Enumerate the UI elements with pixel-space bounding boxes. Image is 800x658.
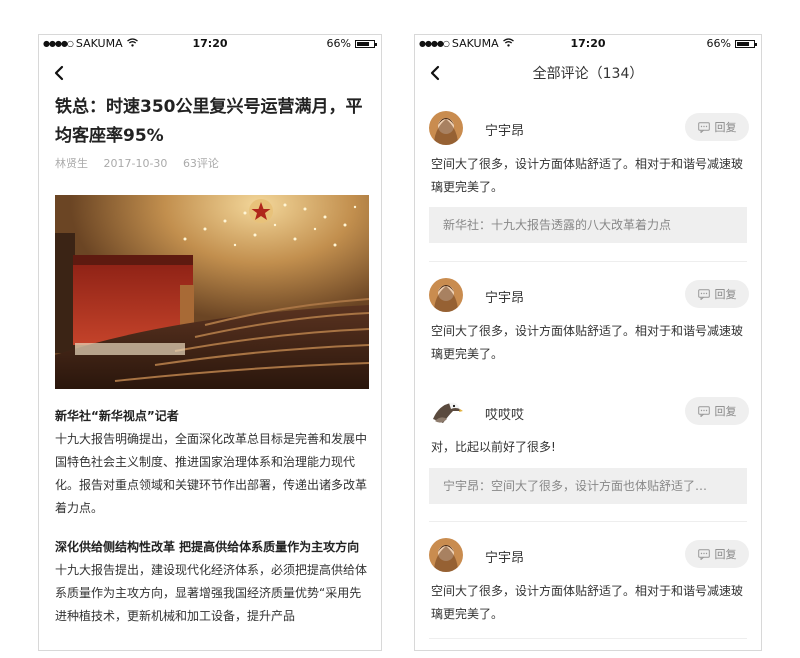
article-date: 2017-10-30 [103, 157, 168, 170]
status-bar: ●●●●○ SAKUMA 17:20 66% [39, 35, 381, 53]
reply-button[interactable]: 回复 [685, 113, 749, 141]
article-comment-count[interactable]: 63评论 [183, 157, 219, 170]
back-chevron-icon[interactable] [53, 65, 65, 81]
reply-icon [697, 548, 710, 560]
battery-percent: 66% [706, 37, 731, 50]
divider [429, 521, 747, 522]
avatar[interactable] [429, 278, 463, 312]
section-heading: 深化供给侧结构性改革 把提高供给体系质量作为主攻方向 [55, 540, 360, 554]
commenter-name: 哎哎哎 [485, 408, 525, 423]
section-paragraph: 十九大报告明确提出，全面深化改革总目标是完善和发展中国特色社会主义制度、推进国家… [55, 432, 368, 515]
battery-icon [735, 39, 757, 48]
quoted-reply[interactable]: 宁宇昂：空间大了很多，设计方面也体贴舒适了… [429, 468, 747, 504]
article-author: 林贤生 [55, 157, 88, 170]
reply-button[interactable]: 回复 [685, 280, 749, 308]
battery-icon [355, 39, 377, 48]
commenter-name: 宁宇昂 [485, 291, 525, 306]
article-meta: 林贤生 2017-10-30 63评论 [55, 155, 231, 171]
reply-label: 回复 [714, 121, 737, 134]
avatar[interactable] [429, 538, 463, 572]
section-heading: 新华社“新华视点”记者 [55, 409, 179, 423]
battery: 66% [326, 37, 377, 50]
reply-label: 回复 [714, 405, 737, 418]
reply-icon [697, 121, 710, 133]
reply-icon [697, 288, 710, 300]
battery: 66% [706, 37, 757, 50]
status-bar: ●●●●○ SAKUMA 17:20 66% [415, 35, 761, 53]
reply-label: 回复 [714, 548, 737, 561]
avatar[interactable] [429, 395, 463, 429]
quoted-reply[interactable]: 新华社：十九大报告透露的八大改革着力点 [429, 207, 747, 243]
avatar[interactable] [429, 111, 463, 145]
commenter-name: 宁宇昂 [485, 551, 525, 566]
comment-text: 对，比起以前好了很多! [431, 440, 556, 454]
comment-text: 空间大了很多，设计方面体贴舒适了。相对于和谐号减速玻璃更完美了。 [431, 157, 744, 194]
comments-title: 全部评论（134） [532, 66, 644, 82]
article-screen: ●●●●○ SAKUMA 17:20 66% 铁总：时速350公里复兴号运营满月… [38, 34, 382, 651]
comment-text: 空间大了很多，设计方面体贴舒适了。相对于和谐号减速玻璃更完美了。 [431, 584, 744, 621]
comment-text: 空间大了很多，设计方面体贴舒适了。相对于和谐号减速玻璃更完美了。 [431, 324, 744, 361]
reply-label: 回复 [714, 288, 737, 301]
section-paragraph: 十九大报告提出，建设现代化经济体系，必须把提高供给体系质量作为主攻方向，显著增强… [55, 563, 368, 623]
divider [429, 638, 747, 639]
battery-percent: 66% [326, 37, 351, 50]
divider [429, 261, 747, 262]
article-photo [55, 195, 369, 389]
reply-button[interactable]: 回复 [685, 540, 749, 568]
article-body: 新华社“新华视点”记者 十九大报告明确提出，全面深化改革总目标是完善和发展中国特… [55, 405, 371, 644]
reply-button[interactable]: 回复 [685, 397, 749, 425]
article-title: 铁总：时速350公里复兴号运营满月，平均客座率95% [55, 97, 363, 146]
reply-icon [697, 405, 710, 417]
comments-screen: ●●●●○ SAKUMA 17:20 66% 全部评论（134） 宁宇昂 回复 … [414, 34, 762, 651]
commenter-name: 宁宇昂 [485, 124, 525, 139]
